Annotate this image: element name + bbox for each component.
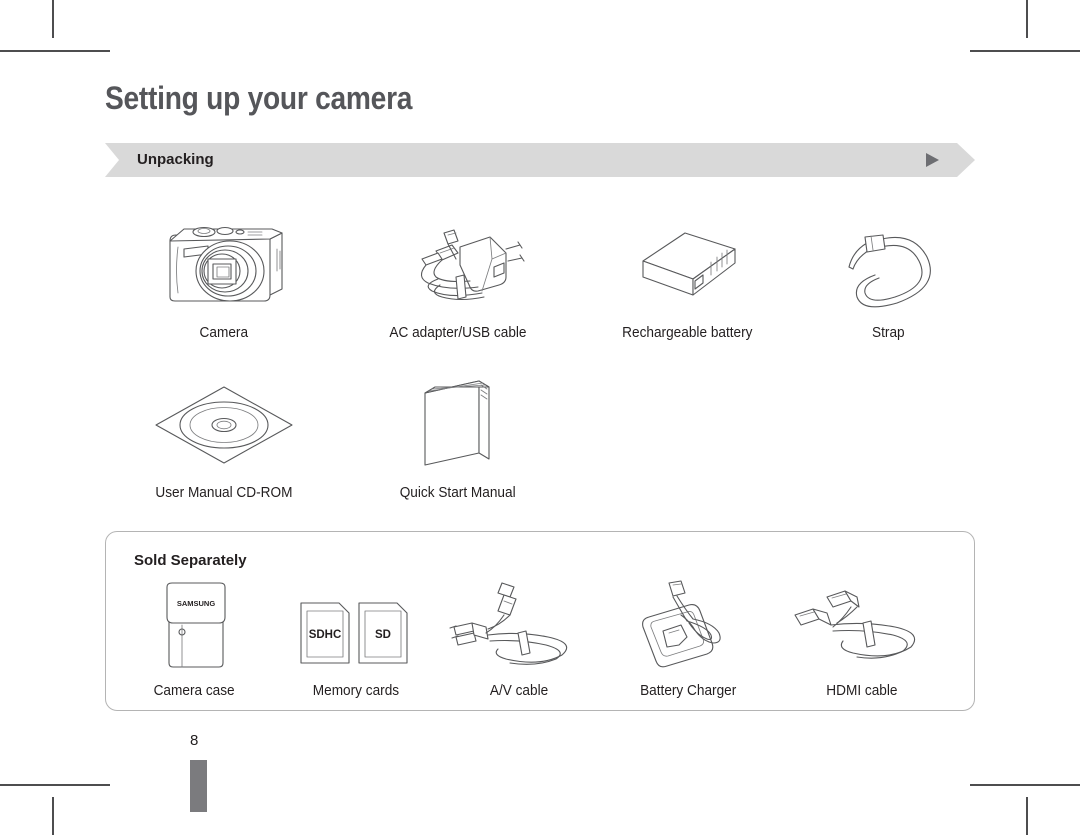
item-strap: Strap <box>801 205 975 341</box>
item-caption: Camera case <box>153 683 235 699</box>
item-caption: A/V cable <box>489 683 549 699</box>
item-rechargeable-battery: Rechargeable battery <box>573 205 801 341</box>
included-items-row-2: User Manual CD-ROM Quick Start Manual <box>105 365 975 501</box>
memory-card-sd-label: SD <box>375 629 391 641</box>
item-battery-charger: Battery Charger <box>602 575 774 699</box>
crop-mark-bottom-right-vertical <box>1026 797 1028 835</box>
page-content: Setting up your camera Unpacking Camera … <box>105 80 975 711</box>
battery-charger-icon <box>623 575 753 675</box>
manual-book-icon <box>383 365 533 477</box>
item-hdmi-cable: HDMI cable <box>774 575 950 699</box>
play-triangle-icon <box>926 153 939 167</box>
ac-adapter-icon <box>378 205 538 317</box>
item-caption: Strap <box>871 325 905 341</box>
section-banner-unpacking: Unpacking <box>105 143 975 177</box>
memory-card-sdhc-label: SDHC <box>309 629 342 641</box>
item-user-manual-cdrom: User Manual CD-ROM <box>105 365 343 501</box>
cd-rom-icon <box>134 365 314 477</box>
item-caption: AC adapter/USB cable <box>389 325 527 341</box>
item-quick-start-manual: Quick Start Manual <box>343 365 573 501</box>
crop-mark-top-right-vertical <box>1026 0 1028 38</box>
strap-icon <box>823 205 953 317</box>
item-caption: Memory cards <box>312 683 400 699</box>
banner-label: Unpacking <box>137 151 214 168</box>
battery-icon <box>607 205 767 317</box>
crop-mark-bottom-left-horizontal <box>0 784 110 786</box>
crop-mark-top-right-horizontal <box>970 50 1080 52</box>
item-camera-case: SAMSUNG Camera case <box>112 575 276 699</box>
crop-mark-bottom-right-horizontal <box>970 784 1080 786</box>
crop-mark-top-left-horizontal <box>0 50 110 52</box>
item-camera: Camera <box>105 205 343 341</box>
item-av-cable: A/V cable <box>436 575 602 699</box>
hdmi-cable-icon <box>787 575 937 675</box>
page-title: Setting up your camera <box>105 80 413 116</box>
item-caption: Camera <box>199 325 249 341</box>
memory-card-icon: SDHC SD <box>293 575 419 675</box>
item-caption: HDMI cable <box>826 683 898 699</box>
included-items-row-1: Camera AC adapter/USB cable Rechargeable… <box>105 205 975 341</box>
page-number: 8 <box>190 732 199 749</box>
page-tab-marker <box>190 760 207 812</box>
item-ac-adapter: AC adapter/USB cable <box>343 205 573 341</box>
sold-separately-title: Sold Separately <box>134 552 247 569</box>
item-memory-cards: SDHC SD Memory cards <box>276 575 436 699</box>
camera-case-icon: SAMSUNG <box>139 575 249 675</box>
sold-separately-items: SAMSUNG Camera case SDHC SD Memory cards… <box>106 575 974 699</box>
item-caption: Battery Charger <box>639 683 737 699</box>
item-caption: User Manual CD-ROM <box>155 485 293 501</box>
sold-separately-section: Sold Separately SAMSUNG Camera case SDHC… <box>105 531 975 711</box>
banner-background <box>105 143 975 177</box>
item-caption: Quick Start Manual <box>400 485 516 501</box>
item-caption: Rechargeable battery <box>621 325 753 341</box>
camera-case-brand: SAMSUNG <box>177 599 216 608</box>
camera-icon <box>144 205 304 317</box>
crop-mark-bottom-left-vertical <box>52 797 54 835</box>
crop-mark-top-left-vertical <box>52 0 54 38</box>
av-cable-icon <box>444 575 594 675</box>
